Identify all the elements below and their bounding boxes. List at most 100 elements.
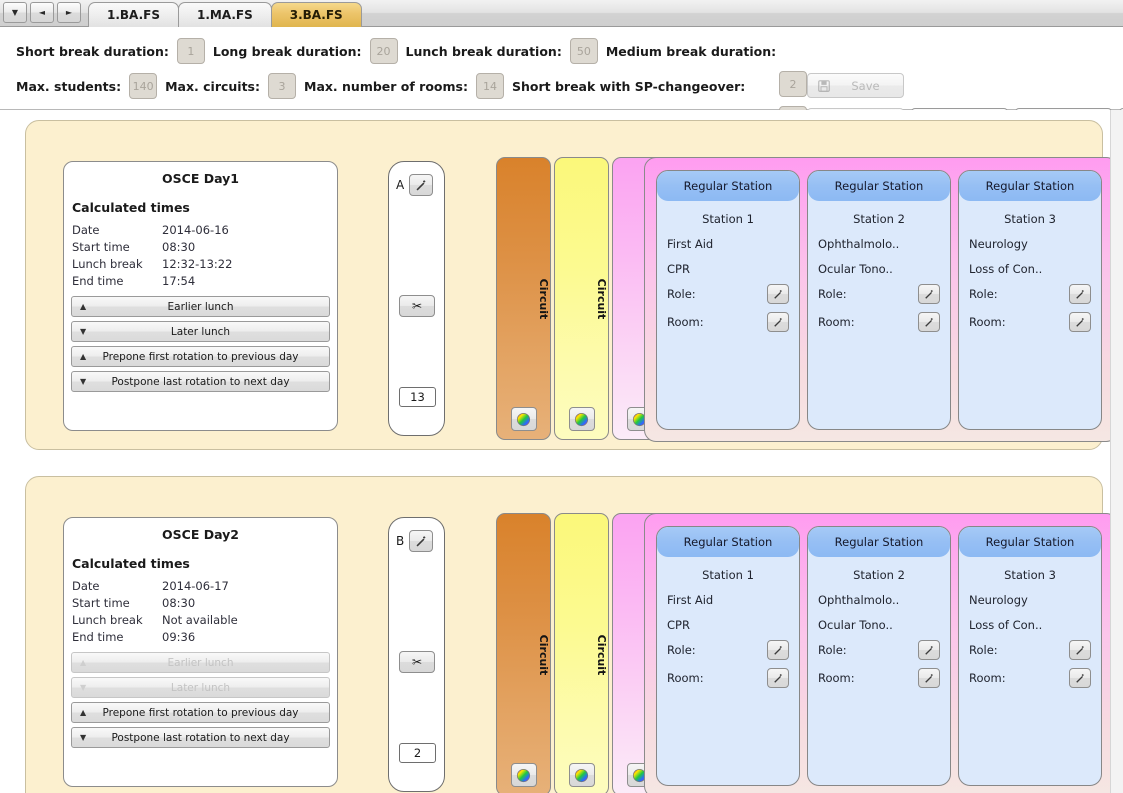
- circuit-letter-row: B: [396, 530, 444, 552]
- scroll-tabs-right-button[interactable]: ►: [57, 2, 81, 23]
- circuit-student-count-input[interactable]: 2: [399, 743, 436, 763]
- edit-role-button[interactable]: [918, 284, 940, 304]
- tab-list-dropdown-button[interactable]: ▼: [3, 2, 27, 23]
- circuit-strip-2[interactable]: Circuit: [554, 157, 609, 440]
- circuit-strip-1[interactable]: Circuit: [496, 157, 551, 440]
- edit-circuit-group-button[interactable]: [409, 530, 434, 552]
- magic-wand-icon: [416, 535, 426, 547]
- chevron-down-icon: ▼: [11, 7, 19, 17]
- save-label: Save: [851, 78, 880, 93]
- day-panel-1: OSCE Day1 Calculated times Date 2014-06-…: [25, 120, 1110, 450]
- circuit-strip-2[interactable]: Circuit: [554, 513, 609, 793]
- station-topic: Loss of Con..: [969, 262, 1043, 276]
- edit-room-button[interactable]: [767, 668, 789, 688]
- info-key: Date: [72, 579, 100, 593]
- circuit-letter-row: A: [396, 174, 444, 196]
- edit-role-button[interactable]: [918, 640, 940, 660]
- info-row: Date 2014-06-17: [72, 579, 337, 593]
- edit-room-button[interactable]: [1069, 668, 1091, 688]
- vertical-scrollbar[interactable]: [1110, 110, 1123, 793]
- magic-wand-icon: [924, 673, 933, 683]
- station-room-row: Room:: [667, 312, 789, 332]
- info-row: Start time 08:30: [72, 596, 337, 610]
- save-button[interactable]: Save: [807, 73, 904, 98]
- info-value: 2014-06-17: [162, 579, 229, 593]
- circuit-strip-1[interactable]: Circuit: [496, 513, 551, 793]
- postpone-last-rotation-button[interactable]: ▼ Postpone last rotation to next day: [71, 727, 330, 748]
- long-break-duration-label: Long break duration:: [212, 43, 362, 59]
- magic-wand-icon: [773, 673, 782, 683]
- room-label: Room:: [969, 671, 1006, 685]
- info-value: Not available: [162, 613, 238, 627]
- edit-role-button[interactable]: [767, 284, 789, 304]
- station-room-row: Room:: [818, 668, 940, 688]
- tab-label: 1.MA.FS: [196, 8, 253, 22]
- circuit-group-panel-2: B ✂ 2: [388, 517, 445, 792]
- station-card-2[interactable]: Regular Station Station 2 Ophthalmolo.. …: [807, 526, 951, 786]
- station-card-3[interactable]: Regular Station Station 3 Neurology Loss…: [958, 526, 1102, 786]
- edit-room-button[interactable]: [767, 312, 789, 332]
- later-lunch-button[interactable]: ▼ Later lunch: [71, 677, 330, 698]
- max-circuits-input[interactable]: 3: [268, 73, 296, 99]
- edit-room-button[interactable]: [1069, 312, 1091, 332]
- field-value: 50: [576, 44, 591, 58]
- prepone-first-rotation-button[interactable]: ▲ Prepone first rotation to previous day: [71, 702, 330, 723]
- station-role-row: Role:: [667, 640, 789, 660]
- circuit-group-panel-1: A ✂ 13: [388, 161, 445, 436]
- station-card-1[interactable]: Regular Station Station 1 First Aid CPR …: [656, 526, 800, 786]
- info-key: Lunch break: [72, 257, 143, 271]
- stations-container-2: Regular Station Station 1 First Aid CPR …: [644, 513, 1110, 793]
- edit-circuit-group-button[interactable]: [409, 174, 434, 196]
- day-action-buttons: ▲ Earlier lunch ▼ Later lunch ▲ Prepone …: [71, 296, 330, 392]
- short-break-duration-input[interactable]: 1: [176, 38, 205, 64]
- station-card-2[interactable]: Regular Station Station 2 Ophthalmolo.. …: [807, 170, 951, 430]
- medium-break-duration-label: Medium break duration:: [605, 43, 777, 59]
- button-label: Later lunch: [170, 325, 231, 338]
- station-name: Station 3: [1004, 568, 1056, 582]
- medium-break-duration-input[interactable]: 2: [779, 71, 807, 97]
- scroll-tabs-left-button[interactable]: ◄: [30, 2, 54, 23]
- max-rooms-input[interactable]: 14: [475, 73, 504, 99]
- station-topic: Ocular Tono..: [818, 262, 893, 276]
- info-value: 12:32-13:22: [162, 257, 233, 271]
- cut-circuit-button[interactable]: ✂: [399, 651, 435, 673]
- prepone-first-rotation-button[interactable]: ▲ Prepone first rotation to previous day: [71, 346, 330, 367]
- station-card-1[interactable]: Regular Station Station 1 First Aid CPR …: [656, 170, 800, 430]
- room-label: Room:: [667, 315, 704, 329]
- circuit-student-count-input[interactable]: 13: [399, 387, 436, 407]
- max-students-input[interactable]: 140: [129, 73, 158, 99]
- tab-1-ba-fs[interactable]: 1.BA.FS: [88, 2, 179, 27]
- tab-1-ma-fs[interactable]: 1.MA.FS: [177, 2, 272, 27]
- arrow-up-icon: ▲: [80, 658, 87, 667]
- edit-room-button[interactable]: [918, 312, 940, 332]
- info-value: 08:30: [162, 596, 196, 610]
- circuit-color-button[interactable]: [510, 407, 537, 431]
- later-lunch-button[interactable]: ▼ Later lunch: [71, 321, 330, 342]
- station-role-row: Role:: [818, 640, 940, 660]
- station-topic: CPR: [667, 262, 690, 276]
- long-break-duration-input[interactable]: 20: [369, 38, 398, 64]
- earlier-lunch-button[interactable]: ▲ Earlier lunch: [71, 296, 330, 317]
- circuit-color-button[interactable]: [568, 763, 595, 787]
- earlier-lunch-button[interactable]: ▲ Earlier lunch: [71, 652, 330, 673]
- room-label: Room:: [818, 315, 855, 329]
- edit-role-button[interactable]: [1069, 284, 1091, 304]
- station-name: Station 3: [1004, 212, 1056, 226]
- circuit-color-button[interactable]: [510, 763, 537, 787]
- info-row: Lunch break Not available: [72, 613, 337, 627]
- edit-role-button[interactable]: [1069, 640, 1091, 660]
- lunch-break-duration-input[interactable]: 50: [569, 38, 598, 64]
- station-name: Station 2: [853, 212, 905, 226]
- field-value: 140: [132, 79, 154, 93]
- cut-circuit-button[interactable]: ✂: [399, 295, 435, 317]
- station-type-header: Regular Station: [959, 171, 1101, 201]
- circuit-strip-label: Circuit: [595, 278, 608, 319]
- info-key: Start time: [72, 596, 130, 610]
- station-card-3[interactable]: Regular Station Station 3 Neurology Loss…: [958, 170, 1102, 430]
- postpone-last-rotation-button[interactable]: ▼ Postpone last rotation to next day: [71, 371, 330, 392]
- edit-room-button[interactable]: [918, 668, 940, 688]
- station-room-row: Room:: [667, 668, 789, 688]
- circuit-color-button[interactable]: [568, 407, 595, 431]
- tab-3-ba-fs[interactable]: 3.BA.FS: [270, 2, 362, 27]
- edit-role-button[interactable]: [767, 640, 789, 660]
